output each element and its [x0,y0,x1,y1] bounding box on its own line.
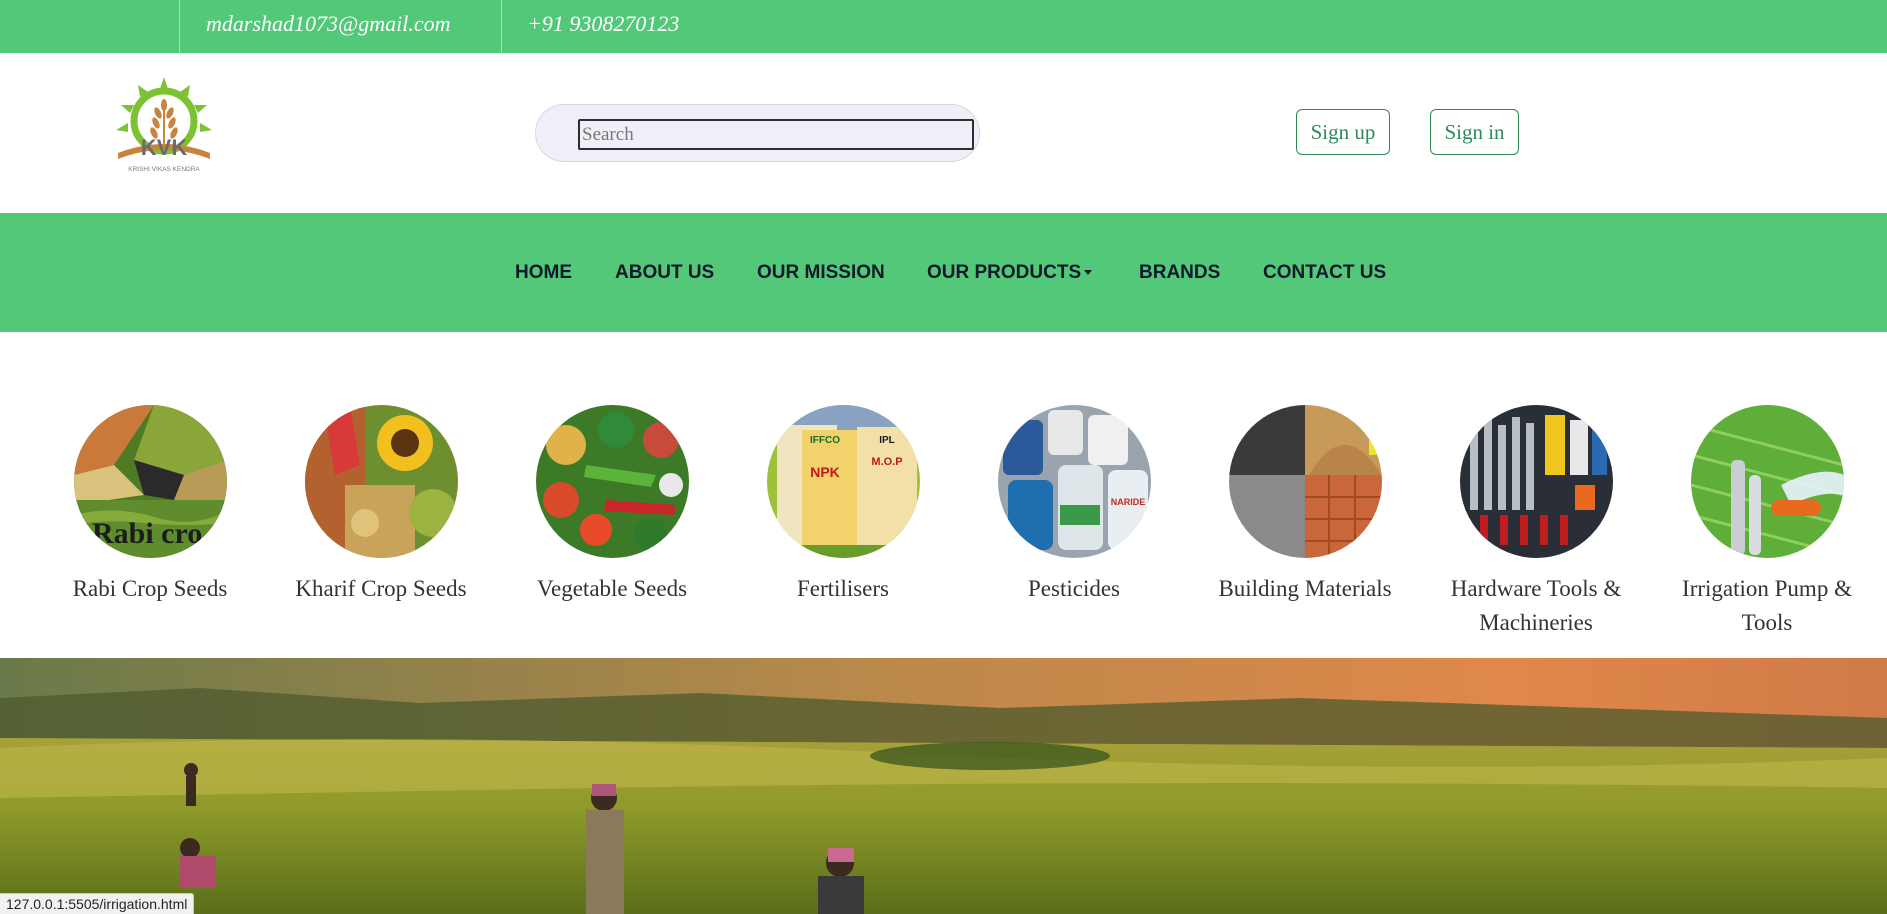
category-kharif-crop-seeds[interactable]: Kharif Crop Seeds [276,405,486,606]
nav-our-mission[interactable]: OUR MISSION [757,213,885,332]
category-label: Building Materials [1218,576,1392,601]
svg-text:Rabi cro: Rabi cro [92,517,202,550]
caret-down-icon [1084,270,1093,276]
category-pesticides[interactable]: NARIDE Pesticides [969,405,1179,606]
nav-home[interactable]: HOME [515,213,572,332]
nav-about-us[interactable]: ABOUT US [615,213,714,332]
category-label: Kharif Crop Seeds [295,576,467,601]
svg-text:KVK: KVK [141,135,188,160]
svg-text:NARIDE: NARIDE [1110,497,1145,507]
category-building-materials[interactable]: Building Materials [1200,405,1410,606]
category-label: Hardware Tools & Machineries [1450,576,1622,635]
nav-contact-us[interactable]: CONTACT US [1263,213,1386,332]
category-label: Irrigation Pump & Tools [1682,576,1852,635]
search-bar [535,104,980,162]
main-nav: HOME ABOUT US OUR MISSION OUR PRODUCTS B… [0,213,1887,332]
category-label: Fertilisers [797,576,889,601]
pesticides-image: NARIDE [997,405,1151,558]
svg-text:KRISHI VIKAS KENDRA: KRISHI VIKAS KENDRA [128,166,200,173]
vegetable-seeds-image [535,405,689,558]
category-irrigation-pump[interactable]: Irrigation Pump & Tools [1662,405,1872,640]
top-contact-bar: mdarshad1073@gmail.com +91 9308270123 [0,0,1887,53]
search-input[interactable] [578,119,974,150]
nav-our-products-label: OUR PRODUCTS [927,262,1082,283]
kharif-seeds-image [304,405,458,558]
contact-phone[interactable]: +91 9308270123 [527,0,679,48]
browser-status-bar: 127.0.0.1:5505/irrigation.html [0,893,195,914]
svg-text:M.O.P: M.O.P [871,456,902,468]
category-label: Vegetable Seeds [536,576,688,601]
category-fertilisers[interactable]: IFFCO NPK IPL M.O.P Fertilisers [738,405,948,606]
building-materials-image [1228,405,1382,558]
category-rabi-crop-seeds[interactable]: Rabi cro Rabi Crop Seeds [45,405,255,606]
nav-our-products-dropdown[interactable]: OUR PRODUCTS [927,213,1093,332]
category-vegetable-seeds[interactable]: Vegetable Seeds [507,405,717,606]
svg-text:IPL: IPL [879,435,895,446]
svg-text:NPK: NPK [810,464,840,480]
hardware-tools-image [1459,405,1613,558]
topbar-divider [501,0,502,53]
sign-up-button[interactable]: Sign up [1296,109,1390,155]
nav-brands[interactable]: BRANDS [1139,213,1220,332]
sign-in-button[interactable]: Sign in [1430,109,1519,155]
svg-text:IFFCO: IFFCO [810,435,840,446]
site-logo[interactable]: KVK KRISHI VIKAS KENDRA [112,75,216,177]
category-hardware-tools[interactable]: Hardware Tools & Machineries [1431,405,1641,640]
category-label: Rabi Crop Seeds [72,576,228,601]
category-label: Pesticides [1028,576,1120,601]
site-header: KVK KRISHI VIKAS KENDRA Sign up Sign in [0,53,1887,213]
topbar-divider [179,0,180,53]
kvk-logo-icon: KVK KRISHI VIKAS KENDRA [116,77,212,173]
contact-email[interactable]: mdarshad1073@gmail.com [206,0,451,48]
fertilisers-image: IFFCO NPK IPL M.O.P [766,405,920,558]
rabi-seeds-image: Rabi cro [73,405,227,558]
irrigation-pump-image [1690,405,1844,558]
hero-banner-image [0,658,1887,914]
